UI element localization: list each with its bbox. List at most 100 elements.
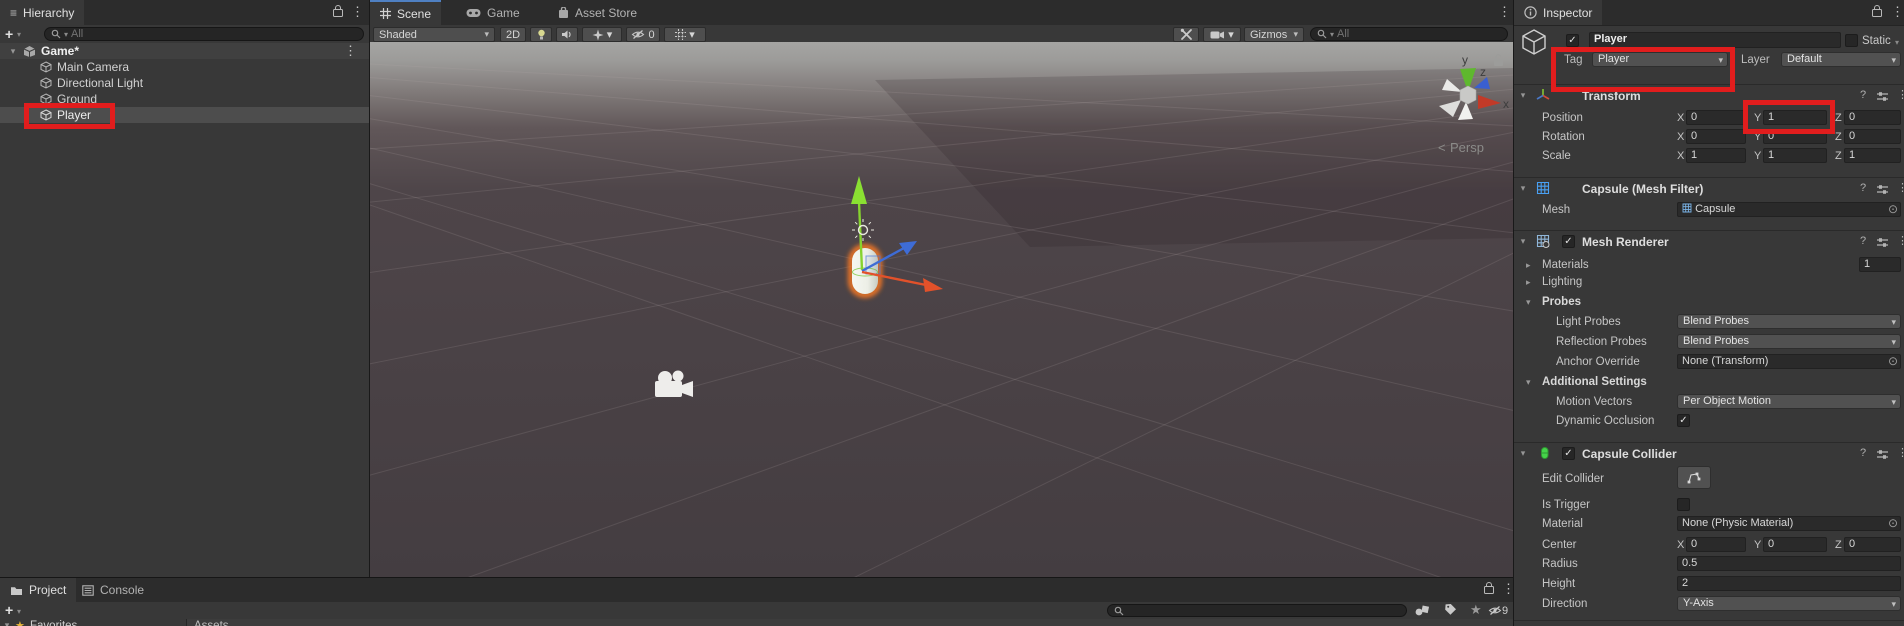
reflection-probes-dropdown[interactable]: Blend Probes ▾ bbox=[1677, 334, 1901, 349]
chevron-down-icon[interactable]: ▾ bbox=[17, 607, 21, 616]
scene-tools-button[interactable] bbox=[1173, 27, 1199, 42]
rotation-z-field[interactable]: 0 bbox=[1844, 129, 1901, 144]
static-chevron-icon[interactable]: ▾ bbox=[1895, 38, 1899, 47]
tab-asset-store[interactable]: Asset Store bbox=[548, 0, 647, 25]
shading-mode-dropdown[interactable]: Shaded ▾ bbox=[373, 27, 495, 42]
mesh-renderer-enabled-checkbox[interactable]: ✓ bbox=[1562, 235, 1575, 248]
gameobject-header-cube-icon[interactable] bbox=[1520, 28, 1548, 56]
scale-x-field[interactable]: 1 bbox=[1686, 148, 1746, 163]
object-picker-icon[interactable]: ⊙ bbox=[1888, 203, 1898, 216]
scene-effects-dropdown[interactable]: ▾ bbox=[582, 27, 622, 42]
persp-toggle-arrow[interactable]: < bbox=[1438, 140, 1446, 155]
scale-z-field[interactable]: 1 bbox=[1844, 148, 1901, 163]
static-checkbox[interactable] bbox=[1845, 34, 1858, 47]
kebab-menu-icon[interactable]: ⋮ bbox=[1502, 582, 1515, 595]
capsule-collider-header[interactable]: ▾ ✓ Capsule Collider ? ⋮ bbox=[1514, 442, 1904, 464]
materials-row[interactable]: ▸ Materials 1 bbox=[1514, 257, 1904, 273]
rotation-x-field[interactable]: 0 bbox=[1686, 129, 1746, 144]
kebab-menu-icon[interactable]: ⋮ bbox=[1498, 5, 1511, 18]
position-y-field[interactable]: 1 bbox=[1763, 110, 1827, 125]
motion-vectors-dropdown[interactable]: Per Object Motion ▾ bbox=[1677, 394, 1901, 409]
favorites-star-icon[interactable]: ★ bbox=[1470, 602, 1482, 618]
package-visibility-icon[interactable] bbox=[1414, 603, 1431, 620]
radius-field[interactable]: 0.5 bbox=[1677, 556, 1901, 571]
gameobject-name-field[interactable]: Player bbox=[1589, 32, 1841, 48]
object-picker-icon[interactable]: ⊙ bbox=[1888, 355, 1898, 368]
kebab-menu-icon[interactable]: ⋮ bbox=[351, 5, 364, 18]
kebab-menu-icon[interactable]: ⋮ bbox=[1897, 447, 1904, 459]
light-probes-dropdown[interactable]: Blend Probes ▾ bbox=[1677, 314, 1901, 329]
materials-size-field[interactable]: 1 bbox=[1859, 257, 1901, 272]
foldout-open-icon[interactable]: ▾ bbox=[8, 46, 18, 57]
anchor-override-object-field[interactable]: None (Transform) ⊙ bbox=[1677, 354, 1901, 369]
assets-breadcrumb[interactable]: Assets bbox=[194, 620, 229, 626]
center-x-field[interactable]: 0 bbox=[1686, 537, 1746, 552]
center-z-field[interactable]: 0 bbox=[1844, 537, 1901, 552]
transform-header[interactable]: ▾ Transform ? ⋮ bbox=[1514, 84, 1904, 106]
lighting-row[interactable]: ▸ Lighting bbox=[1514, 274, 1904, 290]
hierarchy-item-directional-light[interactable]: Directional Light bbox=[0, 75, 369, 91]
probes-row[interactable]: ▾ Probes bbox=[1514, 294, 1904, 310]
direction-dropdown[interactable]: Y-Axis ▾ bbox=[1677, 596, 1901, 611]
help-icon[interactable]: ? bbox=[1860, 182, 1866, 194]
kebab-menu-icon[interactable]: ⋮ bbox=[1897, 182, 1904, 194]
mesh-renderer-header[interactable]: ▾ ✓ Mesh Renderer ? ⋮ bbox=[1514, 230, 1904, 252]
kebab-menu-icon[interactable]: ⋮ bbox=[1891, 5, 1904, 18]
foldout-closed-icon[interactable]: ▸ bbox=[1526, 277, 1531, 288]
edit-collider-button[interactable] bbox=[1677, 466, 1711, 489]
scale-y-field[interactable]: 1 bbox=[1763, 148, 1827, 163]
chevron-down-icon[interactable]: ▾ bbox=[17, 30, 21, 39]
presets-icon[interactable] bbox=[1876, 449, 1889, 460]
layer-dropdown[interactable]: Default ▾ bbox=[1781, 52, 1901, 67]
is-trigger-checkbox[interactable] bbox=[1677, 498, 1690, 511]
presets-icon[interactable] bbox=[1876, 237, 1889, 248]
foldout-open-icon[interactable]: ▾ bbox=[1518, 236, 1528, 247]
active-checkbox[interactable]: ✓ bbox=[1566, 34, 1579, 47]
scene-lighting-toggle[interactable] bbox=[530, 27, 552, 42]
help-icon[interactable]: ? bbox=[1860, 447, 1866, 459]
kebab-menu-icon[interactable]: ⋮ bbox=[1897, 89, 1904, 101]
gizmo-lock-icon[interactable] bbox=[1494, 59, 1503, 66]
foldout-open-icon[interactable]: ▾ bbox=[1526, 297, 1531, 308]
tab-scene[interactable]: Scene bbox=[370, 0, 442, 25]
mesh-filter-header[interactable]: ▾ Capsule (Mesh Filter) ? ⋮ bbox=[1514, 177, 1904, 199]
gizmos-dropdown[interactable]: Gizmos ▾ bbox=[1244, 27, 1304, 42]
scene-search-input[interactable]: ▾ All bbox=[1310, 27, 1508, 41]
mesh-object-field[interactable]: Capsule ⊙ bbox=[1677, 202, 1901, 217]
help-icon[interactable]: ? bbox=[1860, 235, 1866, 247]
tab-game[interactable]: Game bbox=[456, 0, 530, 25]
tab-inspector[interactable]: Inspector bbox=[1514, 0, 1603, 25]
hierarchy-item-ground[interactable]: Ground bbox=[0, 91, 369, 107]
create-asset-button[interactable]: + bbox=[5, 602, 13, 618]
foldout-open-icon[interactable]: ▾ bbox=[1518, 448, 1528, 459]
physic-material-object-field[interactable]: None (Physic Material) ⊙ bbox=[1677, 516, 1901, 531]
capsule-collider-enabled-checkbox[interactable]: ✓ bbox=[1562, 447, 1575, 460]
scene-viewport[interactable]: y z x < Persp bbox=[370, 42, 1513, 577]
grid-visibility-dropdown[interactable]: ▾ bbox=[664, 27, 706, 42]
lock-icon[interactable] bbox=[1484, 581, 1494, 594]
kebab-menu-icon[interactable]: ⋮ bbox=[1897, 235, 1904, 247]
hierarchy-scene-row[interactable]: ▾ Game* ⋮ bbox=[0, 43, 369, 59]
scene-camera-dropdown[interactable]: ▾ bbox=[1203, 27, 1241, 42]
tab-project[interactable]: Project bbox=[0, 578, 77, 602]
position-z-field[interactable]: 0 bbox=[1844, 110, 1901, 125]
favorites-label[interactable]: Favorites bbox=[30, 620, 77, 626]
hierarchy-item-main-camera[interactable]: Main Camera bbox=[0, 59, 369, 75]
rotation-y-field[interactable]: 0 bbox=[1763, 129, 1827, 144]
dynamic-occlusion-checkbox[interactable]: ✓ bbox=[1677, 414, 1690, 427]
lock-icon[interactable] bbox=[333, 4, 343, 17]
presets-icon[interactable] bbox=[1876, 91, 1889, 102]
additional-settings-row[interactable]: ▾ Additional Settings bbox=[1514, 374, 1904, 390]
player-capsule-object[interactable] bbox=[848, 244, 882, 298]
height-field[interactable]: 2 bbox=[1677, 576, 1901, 591]
tab-console[interactable]: Console bbox=[72, 578, 154, 602]
object-picker-icon[interactable]: ⊙ bbox=[1888, 517, 1898, 530]
projection-label[interactable]: Persp bbox=[1450, 140, 1484, 155]
tag-dropdown[interactable]: Player ▾ bbox=[1592, 52, 1728, 67]
create-object-button[interactable]: + bbox=[5, 26, 13, 42]
hidden-objects-toggle[interactable]: 0 bbox=[626, 27, 660, 42]
tab-hierarchy[interactable]: ≡ Hierarchy bbox=[0, 0, 85, 25]
project-search-input[interactable] bbox=[1107, 604, 1407, 617]
center-y-field[interactable]: 0 bbox=[1763, 537, 1827, 552]
foldout-open-icon[interactable]: ▾ bbox=[2, 620, 12, 626]
